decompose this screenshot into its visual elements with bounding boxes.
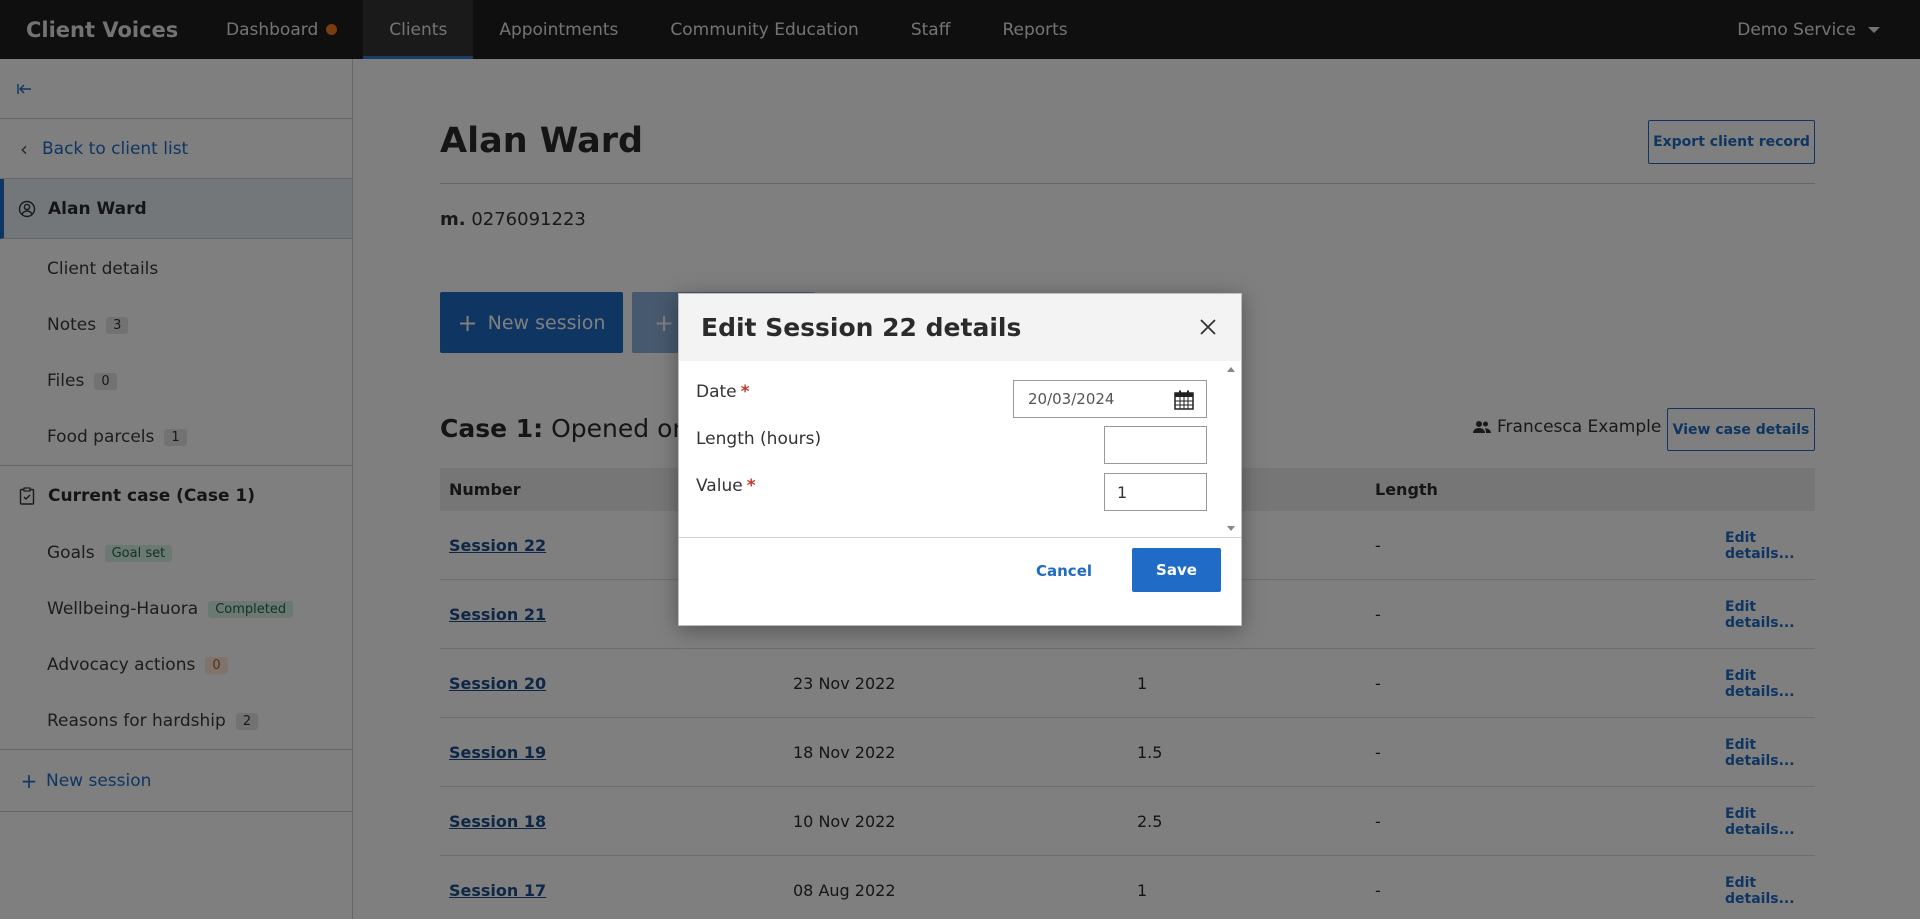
save-button[interactable]: Save — [1132, 548, 1221, 592]
scroll-down-arrow-icon[interactable] — [1227, 526, 1235, 531]
date-value: 20/03/2024 — [1028, 390, 1115, 408]
length-label: Length (hours) — [696, 429, 822, 449]
edit-session-modal: Edit Session 22 details Date * 20/03/2024… — [678, 293, 1242, 626]
value-label-text: Value — [696, 476, 743, 496]
value-input[interactable]: 1 — [1104, 473, 1207, 511]
cancel-button[interactable]: Cancel — [1036, 562, 1092, 580]
length-hours-input[interactable] — [1104, 426, 1207, 464]
scroll-up-arrow-icon[interactable] — [1227, 367, 1235, 372]
close-icon[interactable] — [1195, 314, 1221, 340]
required-mark: * — [740, 382, 750, 402]
value-label: Value * — [696, 476, 756, 496]
date-label: Date * — [696, 382, 750, 402]
date-input[interactable]: 20/03/2024 — [1013, 380, 1207, 418]
modal-title: Edit Session 22 details — [679, 294, 1241, 361]
modal-body: Date * 20/03/2024 Length (hours) Value * 1 — [679, 361, 1241, 538]
calendar-icon[interactable] — [1174, 390, 1194, 410]
date-label-text: Date — [696, 382, 737, 402]
required-mark: * — [746, 476, 756, 496]
